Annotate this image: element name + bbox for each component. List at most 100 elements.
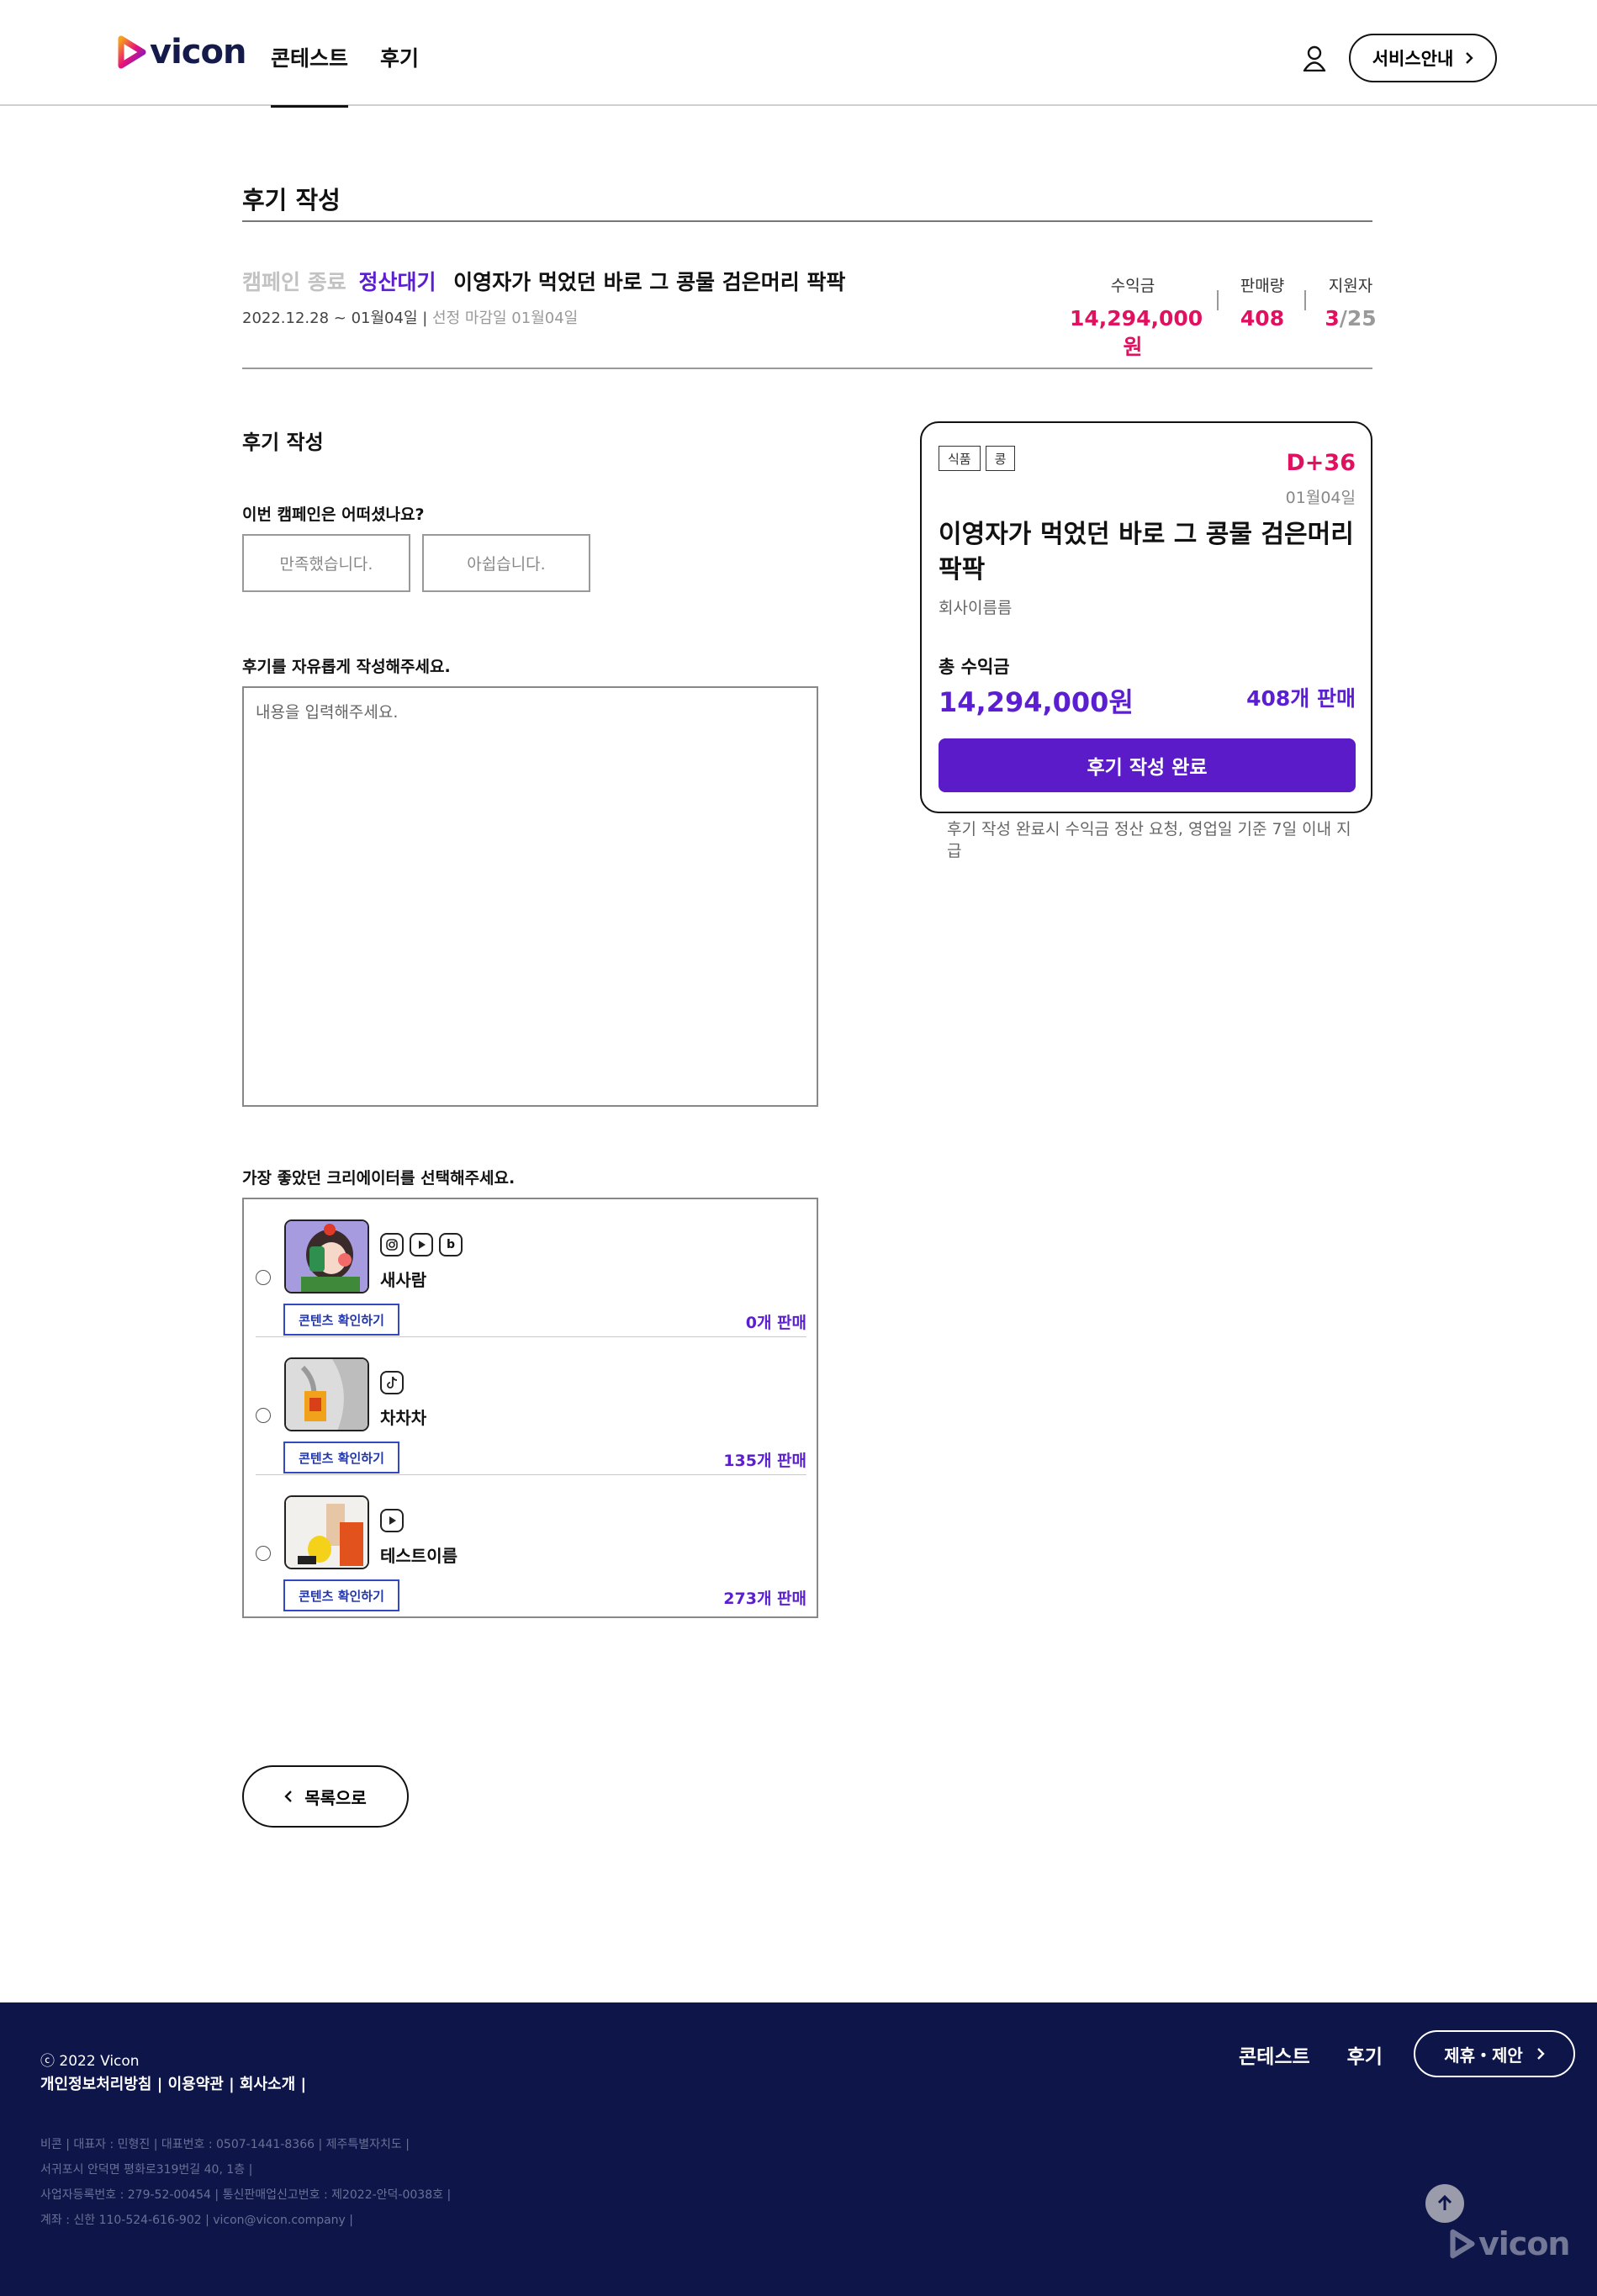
page-title: 후기 작성 <box>242 186 341 214</box>
footer-links[interactable]: 개인정보처리방침 | 이용약관 | 회사소개 | <box>40 2072 306 2094</box>
user-icon[interactable] <box>1302 45 1327 71</box>
footer-info-line: 서귀포시 안덕면 평화로319번길 40, 1층 | <box>40 2163 253 2177</box>
submit-review-button[interactable]: 후기 작성 완료 <box>939 738 1356 792</box>
footer-nav-contest[interactable]: 콘테스트 <box>1239 2040 1310 2069</box>
creator-thumbnail <box>284 1219 369 1293</box>
settlement-note: 후기 작성 완료시 수익금 정산 요청, 영업일 기준 7일 이내 지급 <box>947 820 1351 860</box>
campaign-card: 식품 콩 D+36 01월04일 이영자가 먹었던 바로 그 콩물 검은머리 팍… <box>920 421 1372 813</box>
unsatisfied-button[interactable]: 아쉽습니다. <box>422 534 590 592</box>
creator-sns <box>380 1371 404 1394</box>
scroll-top-button[interactable] <box>1425 2184 1464 2223</box>
review-textarea[interactable] <box>242 686 818 1107</box>
footer-nav-review[interactable]: 후기 <box>1347 2040 1383 2069</box>
dday-badge: D+36 <box>1286 450 1356 476</box>
creator-name: 새사람 <box>380 1270 427 1290</box>
creator-item: 차차차 콘텐츠 확인하기 135개 판매 <box>256 1337 806 1475</box>
card-sales: 408개 판매 <box>1246 686 1356 711</box>
card-total-label: 총 수익금 <box>939 657 1010 677</box>
chevron-right-icon <box>1536 2048 1545 2060</box>
nav-review[interactable]: 후기 <box>380 0 419 106</box>
card-tags: 식품 콩 <box>939 446 1016 471</box>
logo-text: vicon <box>150 33 246 71</box>
tiktok-icon[interactable] <box>380 1371 404 1394</box>
service-guide-label: 서비스안내 <box>1372 49 1454 69</box>
creator-product-photo <box>286 1497 368 1568</box>
stat-divider <box>1304 290 1306 310</box>
footer-info-line: 비콘 | 대표자 : 민형진 | 대표번호 : 0507-1441-8366 |… <box>40 2138 410 2151</box>
campaign-period: 2022.12.28 ~ 01월04일 | <box>242 309 428 327</box>
card-title: 이영자가 먹었던 바로 그 콩물 검은머리 팍팍 <box>939 520 1354 585</box>
title-divider <box>242 220 1372 222</box>
creator-name: 테스트이름 <box>380 1546 457 1566</box>
creator-sales: 0개 판매 <box>745 1314 806 1332</box>
nav-contest[interactable]: 콘테스트 <box>271 0 349 108</box>
creator-sales: 135개 판매 <box>723 1452 806 1470</box>
logo[interactable]: vicon <box>118 35 246 69</box>
card-company: 회사이름름 <box>939 599 1013 617</box>
vicon-logo-icon <box>1450 2229 1475 2259</box>
instagram-icon[interactable] <box>380 1233 404 1256</box>
youtube-icon[interactable] <box>380 1509 404 1532</box>
creator-avatar-illustration <box>286 1221 368 1292</box>
form-section-title: 후기 작성 <box>242 431 324 454</box>
card-total-value: 14,294,000원 <box>939 686 1134 718</box>
selection-deadline: 선정 마감일 01월04일 <box>432 309 579 327</box>
creator-radio[interactable] <box>256 1546 271 1561</box>
footer-copyright: ⓒ 2022 Vicon <box>40 2053 140 2070</box>
summary-divider <box>242 368 1372 369</box>
footer-info-line: 사업자등록번호 : 279-52-00454 | 통신판매업신고번호 : 제20… <box>40 2188 452 2202</box>
arrow-up-icon <box>1437 2194 1452 2210</box>
status-settle: 정산대기 <box>358 270 436 294</box>
footer-logo: vicon <box>1450 2225 1570 2262</box>
main-nav: 콘테스트 후기 <box>271 0 451 108</box>
stat-sales: 판매량 408 <box>1233 273 1292 331</box>
stat-applicants-label: 지원자 <box>1328 277 1373 295</box>
stat-sales-label: 판매량 <box>1240 277 1285 295</box>
applicants-total: /25 <box>1339 306 1377 331</box>
creator-item: b 새사람 콘텐츠 확인하기 0개 판매 <box>256 1199 806 1337</box>
creator-question: 가장 좋았던 크리에이터를 선택해주세요. <box>242 1169 516 1188</box>
stat-revenue: 수익금 14,294,000원 <box>1070 273 1203 361</box>
stat-revenue-value: 14,294,000원 <box>1070 306 1203 359</box>
creator-radio[interactable] <box>256 1408 271 1423</box>
creator-name: 차차차 <box>380 1408 427 1428</box>
creator-radio[interactable] <box>256 1270 271 1285</box>
youtube-icon[interactable] <box>410 1233 433 1256</box>
service-guide-button[interactable]: 서비스안내 <box>1349 34 1497 82</box>
back-to-list-button[interactable]: 목록으로 <box>242 1765 409 1828</box>
stat-divider <box>1217 290 1219 310</box>
campaign-status-line: 캠페인 종료 정산대기 이영자가 먹었던 바로 그 콩물 검은머리 팍팍 <box>242 266 845 296</box>
satisfaction-question: 이번 캠페인은 어떠셨나요? <box>242 505 425 524</box>
footer-logo-text: vicon <box>1478 2225 1570 2262</box>
card-date: 01월04일 <box>1285 489 1356 507</box>
applicants-current: 3 <box>1325 306 1340 331</box>
partnership-label: 제휴・제안 <box>1444 2045 1523 2066</box>
tag-bean: 콩 <box>985 446 1016 471</box>
review-label: 후기를 자유롭게 작성해주세요. <box>242 658 451 676</box>
creator-product-photo <box>286 1359 368 1430</box>
blog-icon[interactable]: b <box>439 1233 463 1256</box>
satisfied-button[interactable]: 만족했습니다. <box>242 534 410 592</box>
creator-thumbnail <box>284 1357 369 1431</box>
creator-list: b 새사람 콘텐츠 확인하기 0개 판매 차차차 콘텐츠 확인하기 135개 판… <box>242 1198 818 1618</box>
partnership-button[interactable]: 제휴・제안 <box>1414 2030 1575 2077</box>
tag-food: 식품 <box>939 446 981 471</box>
chevron-right-icon <box>1466 52 1473 64</box>
content-check-button[interactable]: 콘텐츠 확인하기 <box>283 1442 399 1473</box>
stat-sales-value: 408 <box>1240 306 1285 331</box>
creator-item: 테스트이름 콘텐츠 확인하기 273개 판매 <box>256 1475 806 1613</box>
creator-sales: 273개 판매 <box>723 1590 806 1608</box>
content-check-button[interactable]: 콘텐츠 확인하기 <box>283 1304 399 1336</box>
campaign-title: 이영자가 먹었던 바로 그 콩물 검은머리 팍팍 <box>453 270 846 294</box>
chevron-left-icon <box>284 1791 293 1802</box>
back-to-list-label: 목록으로 <box>304 1787 367 1808</box>
footer-nav: 콘테스트 후기 <box>1239 2040 1383 2069</box>
vicon-logo-icon <box>118 35 146 69</box>
header: vicon 콘테스트 후기 서비스안내 <box>0 0 1597 108</box>
status-ended: 캠페인 종료 <box>242 270 346 294</box>
content-check-button[interactable]: 콘텐츠 확인하기 <box>283 1579 399 1611</box>
stat-applicants-value: 3/25 <box>1320 306 1381 331</box>
stat-applicants: 지원자 3/25 <box>1320 273 1381 331</box>
stat-revenue-label: 수익금 <box>1110 277 1155 295</box>
footer: ⓒ 2022 Vicon 개인정보처리방침 | 이용약관 | 회사소개 | 콘테… <box>0 2002 1597 2296</box>
